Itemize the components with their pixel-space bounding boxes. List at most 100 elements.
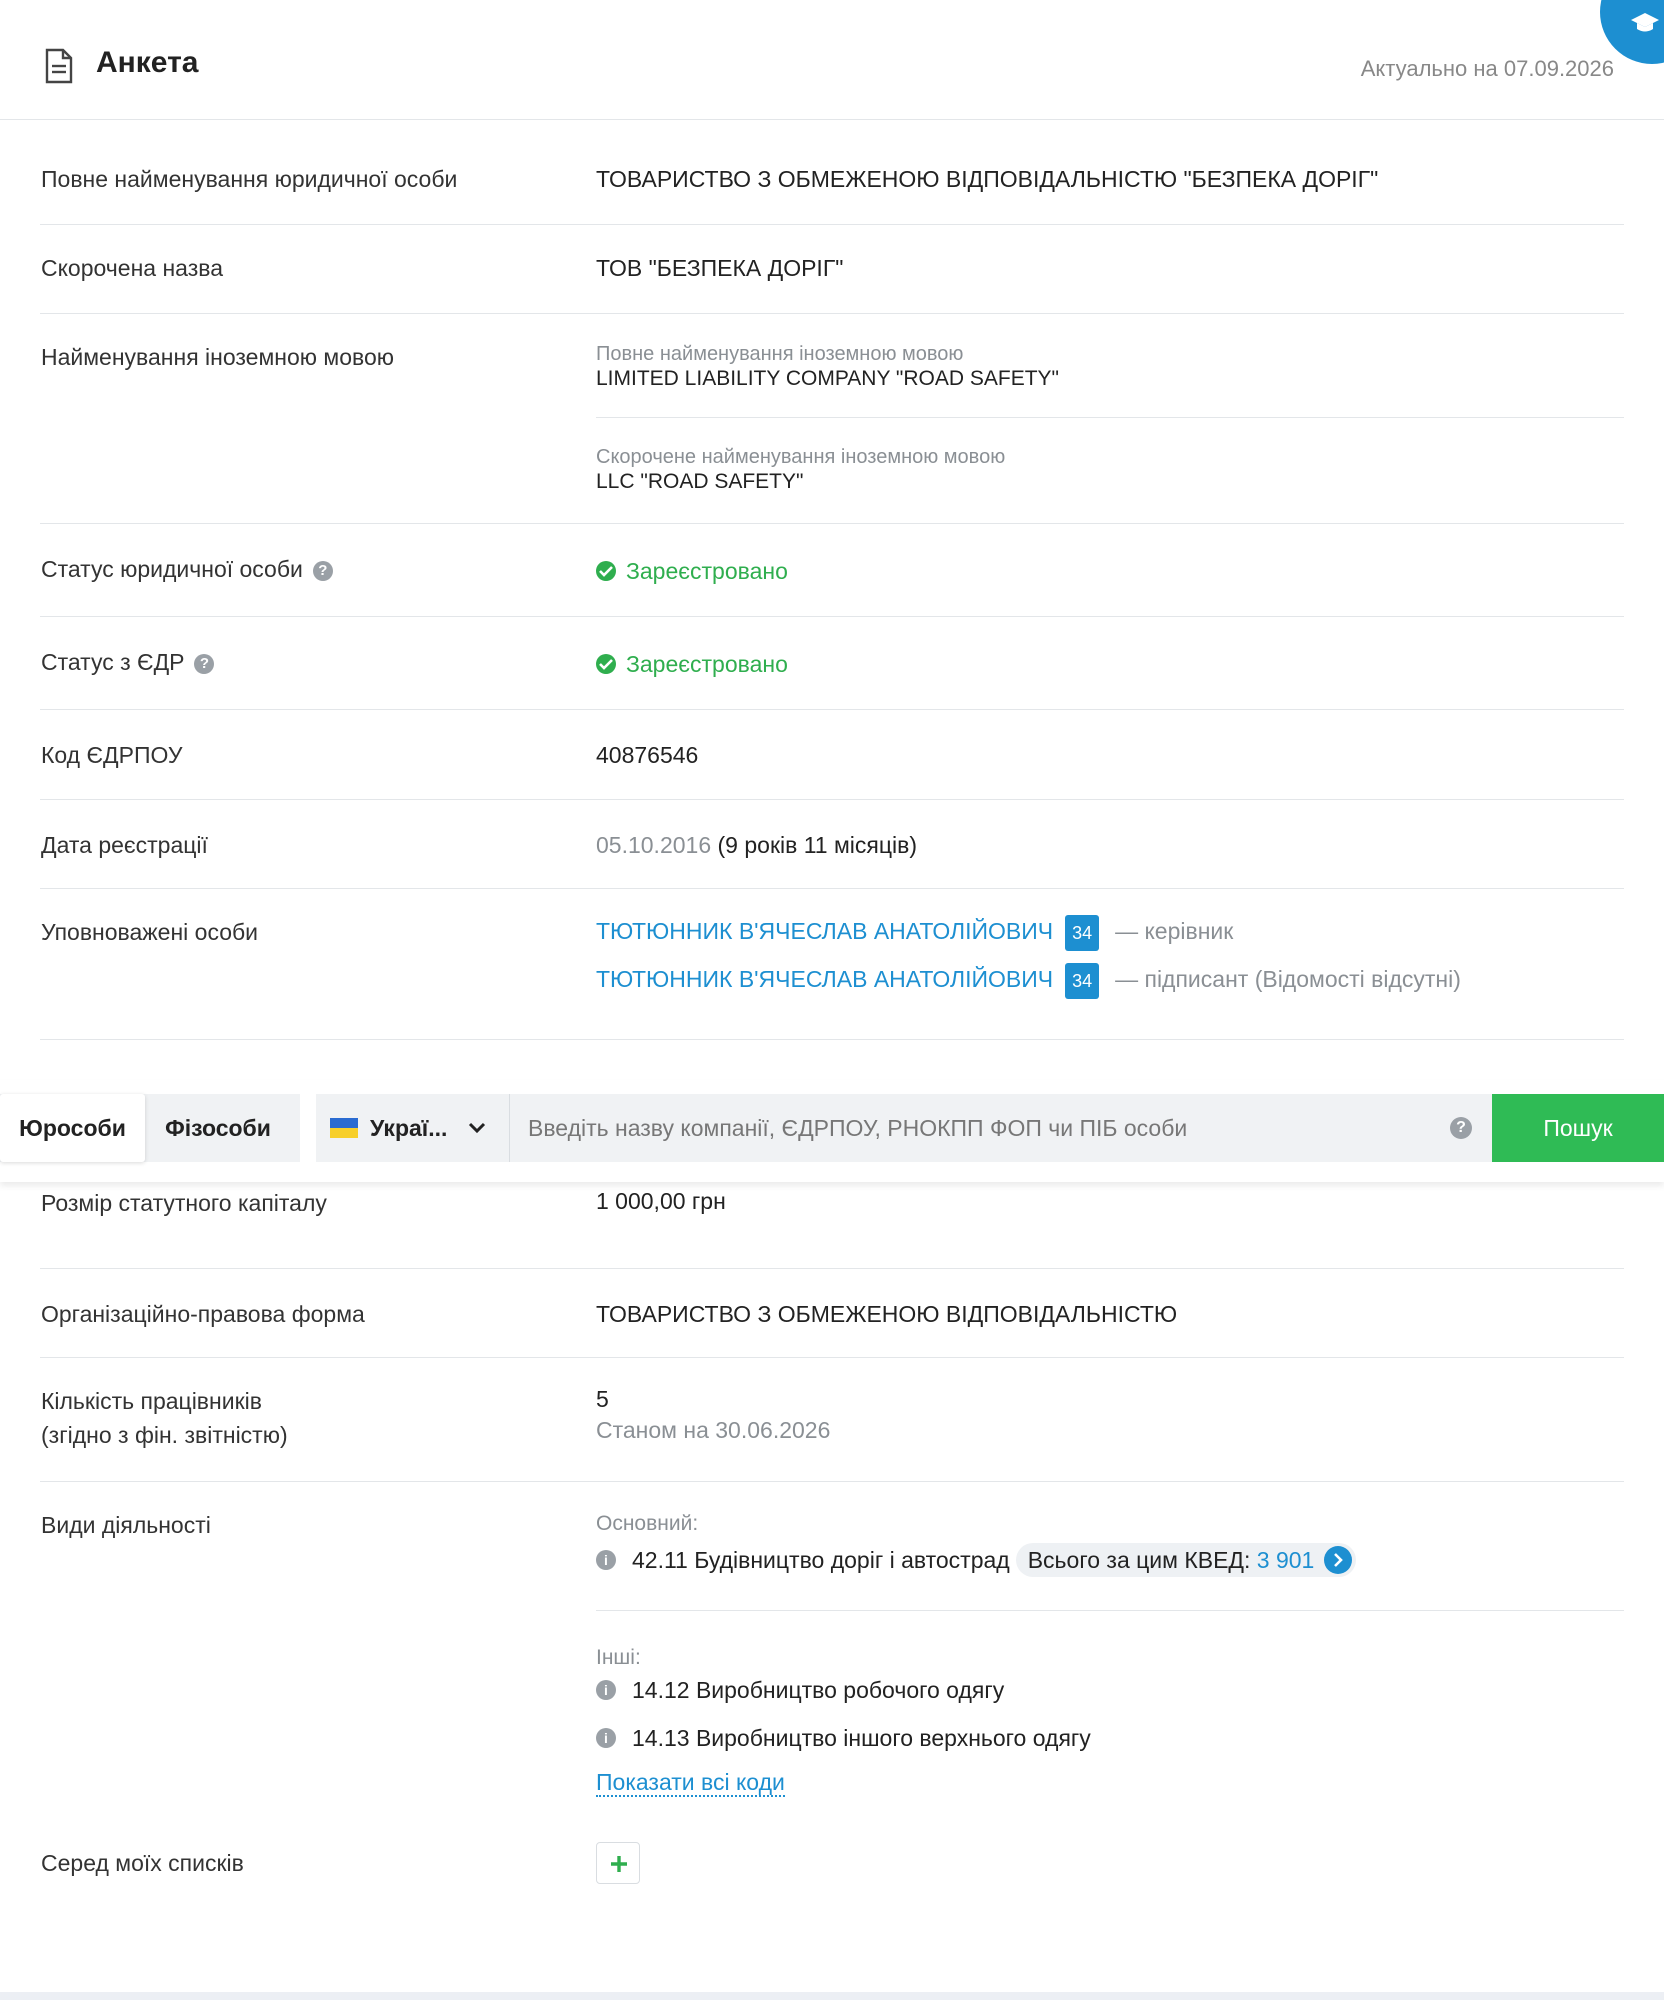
authorized-person-2: ТЮТЮННИК В'ЯЧЕСЛАВ АНАТОЛІЙОВИЧ 34 — підпи… xyxy=(596,959,1461,999)
kved-total-pill[interactable]: Всього за цим КВЕД: 3 901 xyxy=(1015,1543,1357,1577)
activity-other-text: 14.12 Виробництво робочого одягу xyxy=(632,1677,1005,1703)
row-short-name: Скорочена назва ТОВ "БЕЗПЕКА ДОРІГ" xyxy=(40,225,1624,314)
row-status-entity: Статус юридичної особи? Зареєстровано xyxy=(40,524,1624,617)
value-full-name: ТОВАРИСТВО З ОБМЕЖЕНОЮ ВІДПОВІДАЛЬНІСТЮ … xyxy=(596,166,1379,192)
info-icon[interactable]: i xyxy=(596,1727,616,1748)
row-foreign-name: Найменування іноземною мовою Повне найме… xyxy=(40,314,1624,524)
label-status-entity-text: Статус юридичної особи xyxy=(41,556,303,582)
search-bar: Юрособи Фізособи Украї... ? Пошук xyxy=(0,1080,1664,1182)
chevron-down-icon xyxy=(468,1122,486,1134)
row-authorized: Уповноважені особи ТЮТЮННИК В'ЯЧЕСЛАВ АН… xyxy=(40,889,1624,1040)
search-button[interactable]: Пошук xyxy=(1492,1094,1664,1162)
actual-date: Актуально на 07.09.2026 xyxy=(1360,56,1614,81)
reg-date: 05.10.2016 xyxy=(596,832,712,858)
help-icon[interactable]: ? xyxy=(1450,1117,1472,1139)
label-authorized: Уповноважені особи xyxy=(41,919,259,945)
value-capital: 1 000,00 грн xyxy=(596,1188,726,1214)
row-reg-date: Дата реєстрації 05.10.2016 (9 років 11 м… xyxy=(40,800,1624,889)
graduation-cap-icon xyxy=(1631,13,1659,32)
plus-icon xyxy=(611,1856,627,1872)
company-profile: Повне найменування юридичної особи ТОВАР… xyxy=(40,120,1624,1942)
label-employees-line1: Кількість працівників xyxy=(41,1388,262,1414)
help-icon[interactable]: ? xyxy=(312,560,333,581)
page-bottom-strip xyxy=(0,1992,1664,2000)
label-employees-line2: (згідно з фін. звітністю) xyxy=(41,1422,288,1448)
label-short-name: Скорочена назва xyxy=(41,255,223,281)
country-select[interactable]: Украї... xyxy=(316,1094,510,1162)
label-reg-date: Дата реєстрації xyxy=(41,832,208,858)
employees-as-of: Станом на 30.06.2026 xyxy=(596,1417,831,1443)
activity-other-2: i 14.13 Виробництво іншого верхнього одяг… xyxy=(596,1720,1091,1756)
label-activities: Види діяльності xyxy=(41,1512,211,1538)
activities-main: Основний: i 42.11 Будівництво доріг і авт… xyxy=(596,1482,1624,1611)
row-capital: Розмір статутного капіталу 1 000,00 грн xyxy=(40,1180,1624,1269)
show-all-codes: Показати всі коди xyxy=(596,1764,785,1804)
person-badge[interactable]: 34 xyxy=(1065,962,1100,999)
foreign-full-block: Повне найменування іноземною мовою LIMIT… xyxy=(596,314,1624,418)
page-title: Анкета xyxy=(96,46,199,79)
activities-main-label: Основний: xyxy=(596,1512,699,1535)
info-icon[interactable]: i xyxy=(596,1549,616,1570)
help-center-button[interactable] xyxy=(1600,0,1664,64)
search-tabs: Юрособи Фізособи xyxy=(0,1094,300,1162)
tab-legal-entities[interactable]: Юрособи xyxy=(0,1094,145,1162)
document-icon xyxy=(45,48,73,84)
row-edrpou: Код ЄДРПОУ 40876546 xyxy=(40,710,1624,800)
check-circle-icon xyxy=(596,653,616,674)
authorized-person-1: ТЮТЮННИК В'ЯЧЕСЛАВ АНАТОЛІЙОВИЧ 34 — керів… xyxy=(596,911,1233,951)
value-status-entity: Зареєстровано xyxy=(596,554,788,588)
search-field-wrap: Украї... ? xyxy=(316,1094,1494,1162)
show-all-codes-link[interactable]: Показати всі коди xyxy=(596,1769,785,1797)
foreign-full-value: LIMITED LIABILITY COMPANY "ROAD SAFETY" xyxy=(596,367,1060,390)
person-role: — керівник xyxy=(1115,918,1234,944)
activities-main-code: i 42.11 Будівництво доріг і автострад Всьо… xyxy=(596,1542,1357,1578)
label-foreign-name: Найменування іноземною мовою xyxy=(41,344,395,370)
row-status-edr: Статус з ЄДР? Зареєстровано xyxy=(40,617,1624,710)
row-activities: Види діяльності Основний: i 42.11 Будівни… xyxy=(40,1482,1624,1822)
kved-total-label: Всього за цим КВЕД: xyxy=(1027,1547,1251,1573)
person-link[interactable]: ТЮТЮННИК В'ЯЧЕСЛАВ АНАТОЛІЙОВИЧ xyxy=(596,918,1053,944)
label-status-edr-text: Статус з ЄДР xyxy=(41,649,185,675)
value-reg-date: 05.10.2016 (9 років 11 місяців) xyxy=(596,828,917,862)
activity-other-1: i 14.12 Виробництво робочого одягу xyxy=(596,1672,1004,1708)
person-badge[interactable]: 34 xyxy=(1065,914,1100,951)
ukraine-flag-icon xyxy=(330,1118,358,1138)
country-name: Украї... xyxy=(370,1115,448,1141)
value-legal-form: ТОВАРИСТВО З ОБМЕЖЕНОЮ ВІДПОВІДАЛЬНІСТЮ xyxy=(596,1301,1178,1327)
person-role: — підписант (Відомості відсутні) xyxy=(1115,966,1461,992)
label-edrpou: Код ЄДРПОУ xyxy=(41,742,183,768)
foreign-short-label: Скорочене найменування іноземною мовою xyxy=(596,446,1006,468)
label-status-entity: Статус юридичної особи? xyxy=(41,552,333,586)
person-link[interactable]: ТЮТЮННИК В'ЯЧЕСЛАВ АНАТОЛІЙОВИЧ xyxy=(596,966,1053,992)
row-lists: Серед моїх списків xyxy=(40,1822,1624,1942)
main-code-text: 42.11 Будівництво доріг і автострад xyxy=(632,1547,1010,1573)
tab-individuals[interactable]: Фізособи xyxy=(145,1094,291,1162)
chevron-right-icon xyxy=(1324,1546,1353,1574)
value-status-edr: Зареєстровано xyxy=(596,647,788,681)
label-lists: Серед моїх списків xyxy=(41,1850,244,1876)
reg-duration: (9 років 11 місяців) xyxy=(717,832,918,858)
value-short-name: ТОВ "БЕЗПЕКА ДОРІГ" xyxy=(596,255,844,281)
row-legal-form: Організаційно-правова форма ТОВАРИСТВО З… xyxy=(40,1269,1624,1358)
info-icon[interactable]: i xyxy=(596,1679,616,1700)
row-full-name: Повне найменування юридичної особи ТОВАР… xyxy=(40,120,1624,225)
status-entity-text: Зареєстровано xyxy=(626,558,788,584)
search-input[interactable] xyxy=(528,1094,1428,1162)
label-legal-form: Організаційно-правова форма xyxy=(41,1301,365,1327)
value-employees: 5 Станом на 30.06.2026 xyxy=(596,1382,830,1444)
foreign-full-label: Повне найменування іноземною мовою xyxy=(596,343,964,365)
status-edr-text: Зареєстровано xyxy=(626,651,788,677)
foreign-short-value: LLC "ROAD SAFETY" xyxy=(596,470,804,493)
employees-count: 5 xyxy=(596,1386,609,1412)
check-circle-icon xyxy=(596,560,616,581)
activities-others-label: Інші: xyxy=(596,1646,641,1669)
page-header: Анкета Актуально на 07.09.2026 xyxy=(0,0,1664,120)
help-icon[interactable]: ? xyxy=(194,653,215,674)
label-status-edr: Статус з ЄДР? xyxy=(41,645,215,679)
label-capital: Розмір статутного капіталу xyxy=(41,1190,327,1216)
label-employees: Кількість працівників (згідно з фін. зві… xyxy=(41,1384,288,1452)
label-full-name: Повне найменування юридичної особи xyxy=(41,166,458,192)
row-employees: Кількість працівників (згідно з фін. зві… xyxy=(40,1358,1624,1482)
activity-other-text: 14.13 Виробництво іншого верхнього одягу xyxy=(632,1725,1091,1751)
add-to-list-button[interactable] xyxy=(596,1842,640,1884)
